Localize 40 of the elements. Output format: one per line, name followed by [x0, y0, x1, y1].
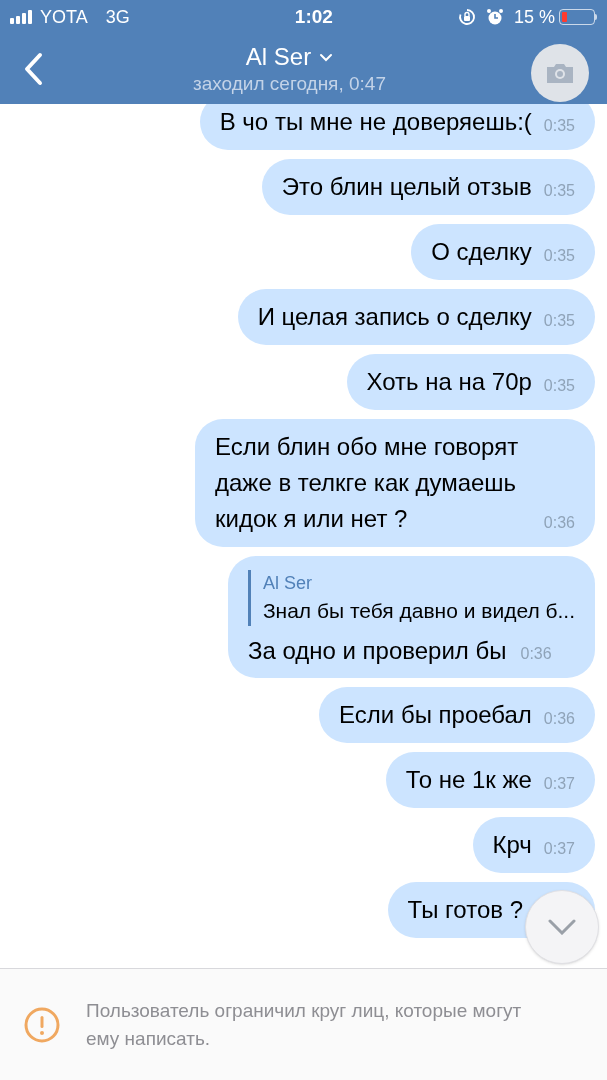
chat-subtitle: заходил сегодня, 0:47: [193, 72, 386, 96]
message-text: Крч: [492, 830, 532, 860]
message-text: О сделку: [431, 237, 532, 267]
network-label: 3G: [105, 5, 130, 29]
alarm-icon: [485, 8, 504, 26]
message-text: Если бы проебал: [339, 700, 532, 730]
reply-text: Знал бы тебя давно и видел б...: [262, 598, 575, 624]
notice-text: Пользователь ограничил круг лиц, которые могут ему написать.: [86, 998, 523, 1051]
message-time: 0:36: [543, 513, 575, 533]
battery-icon: [559, 9, 597, 25]
message-text: В чо ты мне не доверяешь:(: [219, 107, 532, 137]
rotation-lock-icon: [457, 8, 476, 26]
message-time: 0:35: [543, 246, 575, 266]
avatar-button[interactable]: [531, 44, 589, 102]
message-time: 0:37: [543, 839, 575, 859]
clock: 1:02: [294, 4, 333, 29]
battery-percent: 15 %: [513, 5, 555, 29]
reply-author: Al Ser: [262, 572, 313, 595]
camera-icon: [545, 62, 575, 84]
chevron-down-icon: [319, 52, 334, 62]
message-text: За одно и проверил бы: [247, 636, 507, 666]
message-text: Это блин целый отзыв: [281, 172, 532, 202]
message-time: 0:36: [520, 644, 552, 664]
message-text: Ты готов ?: [407, 895, 523, 925]
carrier-label: YOTA: [40, 5, 88, 29]
message-text: Если блин обо мне говорят даже в телкге как думаешь кидок я или нет ?: [215, 432, 520, 534]
message-text: То не 1к же: [405, 765, 532, 795]
message-time: 0:35: [543, 181, 575, 201]
chat-title[interactable]: Al Ser: [245, 42, 312, 72]
message-time: 0:35: [543, 311, 575, 331]
warning-icon: [24, 1006, 60, 1043]
back-chevron-icon: [23, 52, 43, 86]
message-text: И целая запись о сделку: [257, 302, 532, 332]
message-time: 0:35: [543, 116, 575, 136]
scroll-down-button[interactable]: [525, 890, 599, 964]
chevron-down-icon: [548, 919, 576, 935]
message-time: 0:35: [543, 376, 575, 396]
message-text: Хоть на на 70р: [366, 367, 532, 397]
message-time: 0:37: [543, 774, 575, 794]
message-time: 0:36: [543, 709, 575, 729]
